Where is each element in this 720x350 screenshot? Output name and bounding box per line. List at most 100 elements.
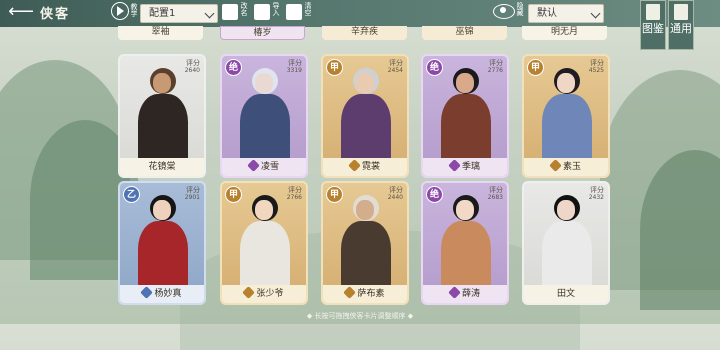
grade-badge: 甲 (527, 59, 544, 76)
clear-label: 清空 (304, 2, 312, 16)
intro-label: 教学 (130, 3, 138, 17)
brush-icon[interactable] (222, 4, 238, 20)
score-display: 评分 2766 (287, 186, 302, 202)
score-display: 评分 4525 (588, 59, 604, 75)
general-icon (674, 4, 688, 20)
top-card-1[interactable]: 翠袖 (118, 26, 203, 40)
card-nameplate: 凌雪 (222, 158, 306, 176)
hero-card[interactable]: 绝 评分 3319 凌雪 (220, 54, 308, 178)
score-label: 评分 (389, 59, 403, 67)
score-label: 评分 (590, 59, 604, 67)
score-display: 评分 3319 (286, 59, 302, 75)
score-display: 评分 2432 (588, 186, 604, 202)
trash-icon[interactable] (286, 4, 302, 20)
grade-badge: 绝 (426, 186, 443, 203)
grade-badge: 乙 (123, 186, 140, 203)
top-card-2[interactable]: 椿岁 (220, 26, 305, 40)
rename-label: 改名 (240, 2, 248, 16)
score-label: 评分 (489, 59, 503, 67)
score-label: 评分 (590, 186, 604, 194)
hero-card[interactable]: 评分 2432 田文 (522, 181, 610, 305)
score-value: 2683 (487, 194, 503, 201)
score-value: 2454 (387, 67, 403, 74)
import-label: 导入 (272, 2, 280, 16)
blade-icon (343, 286, 357, 299)
score-value: 2776 (487, 67, 503, 74)
back-arrow-icon[interactable]: ⟵ (4, 2, 38, 24)
score-label: 评分 (186, 59, 200, 67)
card-nameplate: 张少爷 (222, 285, 306, 303)
card-name: 凌雪 (260, 162, 279, 172)
score-display: 评分 2640 (184, 59, 200, 75)
sort-select[interactable]: 默认 (528, 4, 604, 23)
hero-card[interactable]: 甲 评分 4525 素玉 (522, 54, 610, 178)
hero-card[interactable]: 甲 评分 2440 萨布素 (321, 181, 409, 305)
card-nameplate: 季璃 (423, 158, 507, 176)
top-bar (0, 0, 720, 27)
hero-card[interactable]: 甲 评分 2454 霓裳 (321, 54, 409, 178)
blade-icon (448, 159, 461, 172)
top-card-3[interactable]: 辛弃疾 (322, 26, 407, 40)
hero-card[interactable]: 甲 评分 2766 张少爷 (220, 181, 308, 305)
score-display: 评分 2440 (388, 186, 403, 202)
card-name: 花镜棠 (148, 162, 176, 172)
general-button[interactable]: 通用 (668, 0, 694, 50)
score-value: 2901 (184, 194, 200, 201)
blade-icon (247, 159, 260, 172)
hero-card[interactable]: 绝 评分 2776 季璃 (421, 54, 509, 178)
eye-icon[interactable] (493, 4, 515, 19)
card-name: 椿岁 (253, 28, 272, 38)
chevron-down-icon (590, 8, 601, 19)
drag-hint: ◆ 长按可拖拽侠客卡片调整顺序 ◆ (306, 312, 414, 320)
atlas-label: 图鉴 (642, 22, 664, 35)
score-label: 评分 (186, 186, 200, 194)
atlas-button[interactable]: 图鉴 (640, 0, 666, 50)
card-name: 霓裳 (361, 162, 380, 172)
score-label: 评分 (288, 186, 302, 194)
hero-card[interactable]: 乙 评分 2901 杨妙真 (118, 181, 206, 305)
grade-badge: 绝 (426, 59, 443, 76)
play-intro-icon[interactable] (111, 2, 129, 20)
card-nameplate: 萨布素 (323, 285, 407, 303)
card-name: 巫锦 (455, 27, 474, 37)
card-name: 翠袖 (151, 27, 170, 37)
card-name: 辛弃疾 (350, 27, 378, 37)
swirl-icon (140, 286, 154, 299)
score-label: 评分 (389, 186, 403, 194)
import-icon[interactable] (254, 4, 270, 20)
hero-card[interactable]: 评分 2640 花镜棠 (118, 54, 206, 178)
score-label: 评分 (288, 59, 302, 67)
score-value: 4525 (588, 67, 604, 74)
card-name: 季璃 (461, 162, 480, 172)
preset-select-value: 配置1 (149, 8, 176, 19)
card-nameplate: 花镜棠 (120, 158, 204, 176)
hero-card[interactable]: 绝 评分 2683 薛涛 (421, 181, 509, 305)
score-value: 3319 (286, 67, 302, 74)
top-card-5[interactable]: 明无月 (522, 26, 607, 40)
sort-select-value: 默认 (537, 8, 557, 19)
score-display: 评分 2776 (487, 59, 503, 75)
hide-label: 隐藏 (516, 2, 524, 16)
top-card-4[interactable]: 巫锦 (422, 26, 507, 40)
score-display: 评分 2683 (487, 186, 503, 202)
grade-badge: 甲 (326, 186, 343, 203)
card-name: 薛涛 (461, 289, 480, 299)
card-nameplate: 田文 (524, 285, 608, 303)
blade-icon (448, 286, 461, 299)
card-nameplate: 霓裳 (323, 158, 407, 176)
grade-badge: 绝 (225, 59, 242, 76)
card-name: 素玉 (562, 162, 581, 172)
score-value: 2432 (588, 194, 604, 201)
blade-icon (348, 159, 361, 172)
chevron-down-icon (204, 8, 215, 19)
blade-icon (242, 286, 256, 299)
score-value: 2640 (184, 67, 200, 74)
card-nameplate: 素玉 (524, 158, 608, 176)
score-display: 评分 2901 (184, 186, 200, 202)
grade-badge: 甲 (326, 59, 343, 76)
blade-icon (549, 159, 562, 172)
score-label: 评分 (489, 186, 503, 194)
preset-select[interactable]: 配置1 (140, 4, 218, 23)
card-name: 张少爷 (256, 289, 284, 299)
score-display: 评分 2454 (387, 59, 403, 75)
